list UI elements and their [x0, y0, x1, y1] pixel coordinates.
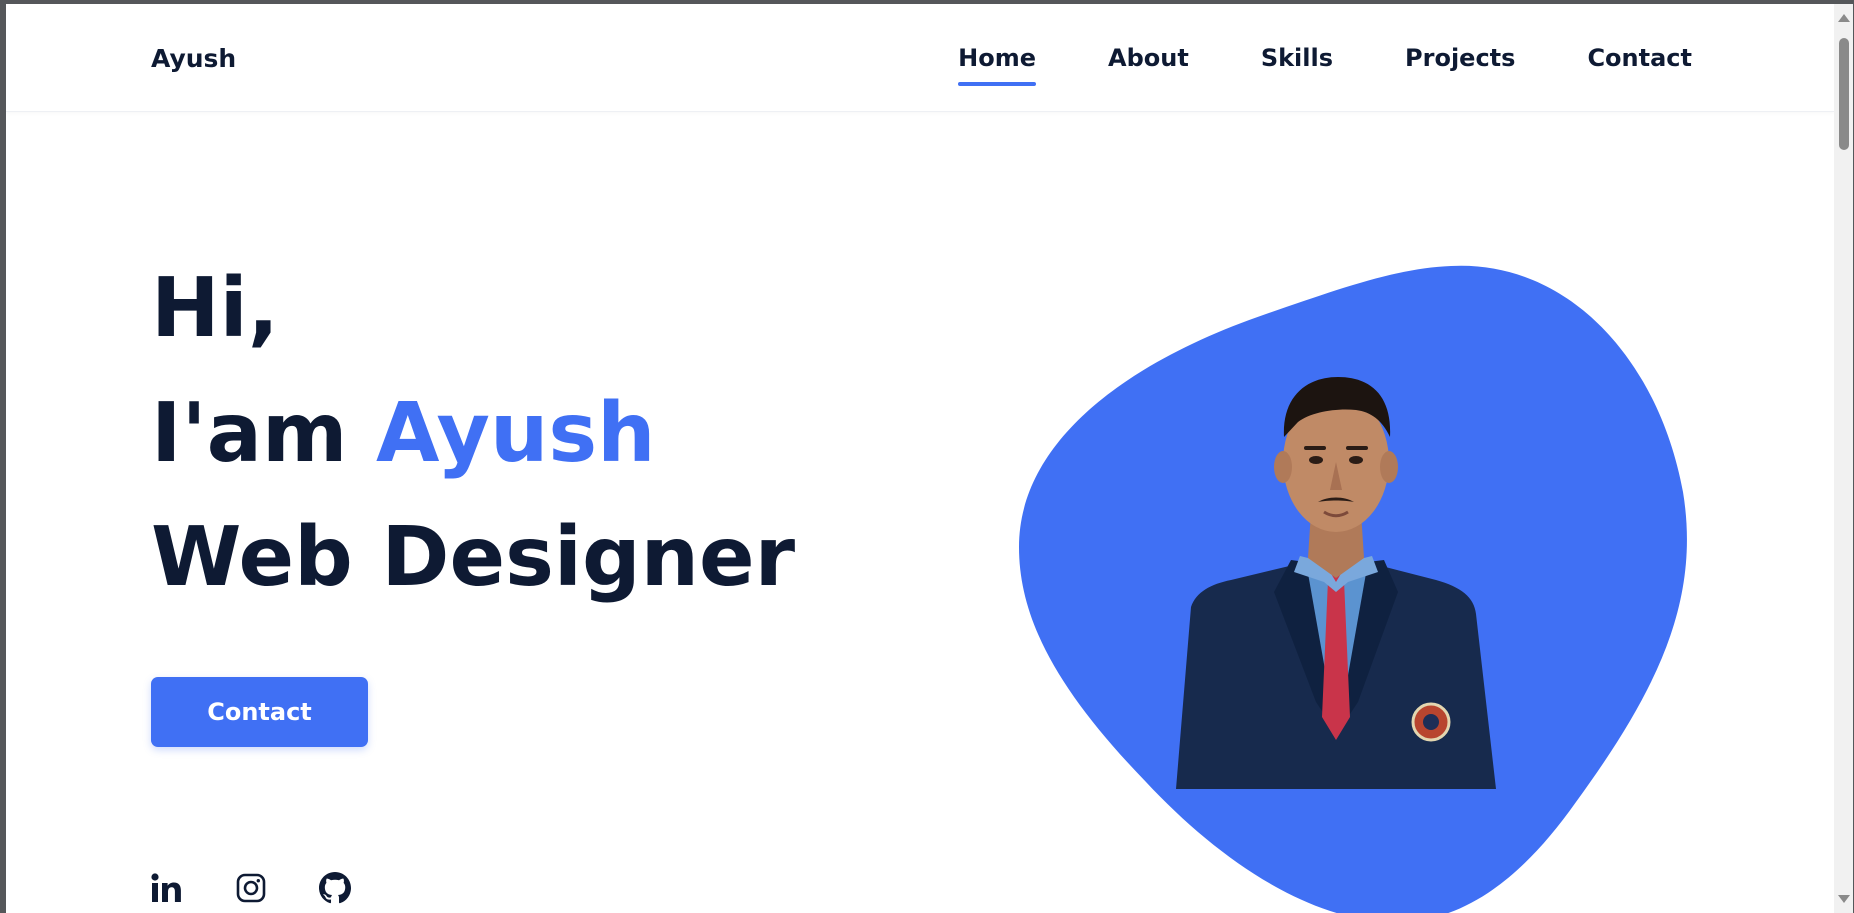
- nav-link-skills[interactable]: Skills: [1261, 44, 1333, 72]
- hero-role: Web Designer: [151, 510, 796, 605]
- linkedin-icon[interactable]: [151, 872, 183, 904]
- nav-link-projects[interactable]: Projects: [1405, 44, 1515, 72]
- browser-window: Ayush Home About Skills Projects Contact…: [6, 4, 1853, 913]
- hero-intro-prefix: I'am: [151, 386, 348, 481]
- nav-link-about[interactable]: About: [1108, 44, 1189, 72]
- scrollbar-thumb[interactable]: [1839, 38, 1849, 150]
- social-links: [151, 872, 351, 904]
- nav-link-home[interactable]: Home: [958, 44, 1036, 86]
- scroll-up-icon[interactable]: [1838, 14, 1850, 22]
- site-header: Ayush Home About Skills Projects Contact: [6, 4, 1834, 112]
- contact-button[interactable]: Contact: [151, 677, 368, 747]
- scroll-down-icon[interactable]: [1838, 895, 1850, 903]
- vertical-scrollbar[interactable]: [1834, 4, 1853, 913]
- github-icon[interactable]: [319, 872, 351, 904]
- nav-link-contact[interactable]: Contact: [1587, 44, 1692, 72]
- page-viewport: Ayush Home About Skills Projects Contact…: [6, 4, 1834, 913]
- hero-name: Ayush: [375, 386, 656, 481]
- site-logo[interactable]: Ayush: [151, 44, 236, 73]
- hero-blob: [1019, 265, 1687, 913]
- main-nav: Home About Skills Projects Contact: [958, 44, 1692, 86]
- hero-image: [1006, 262, 1696, 913]
- instagram-icon[interactable]: [235, 872, 267, 904]
- hero-greeting: Hi,: [151, 261, 279, 356]
- hero-intro: I'am Ayush: [151, 393, 656, 475]
